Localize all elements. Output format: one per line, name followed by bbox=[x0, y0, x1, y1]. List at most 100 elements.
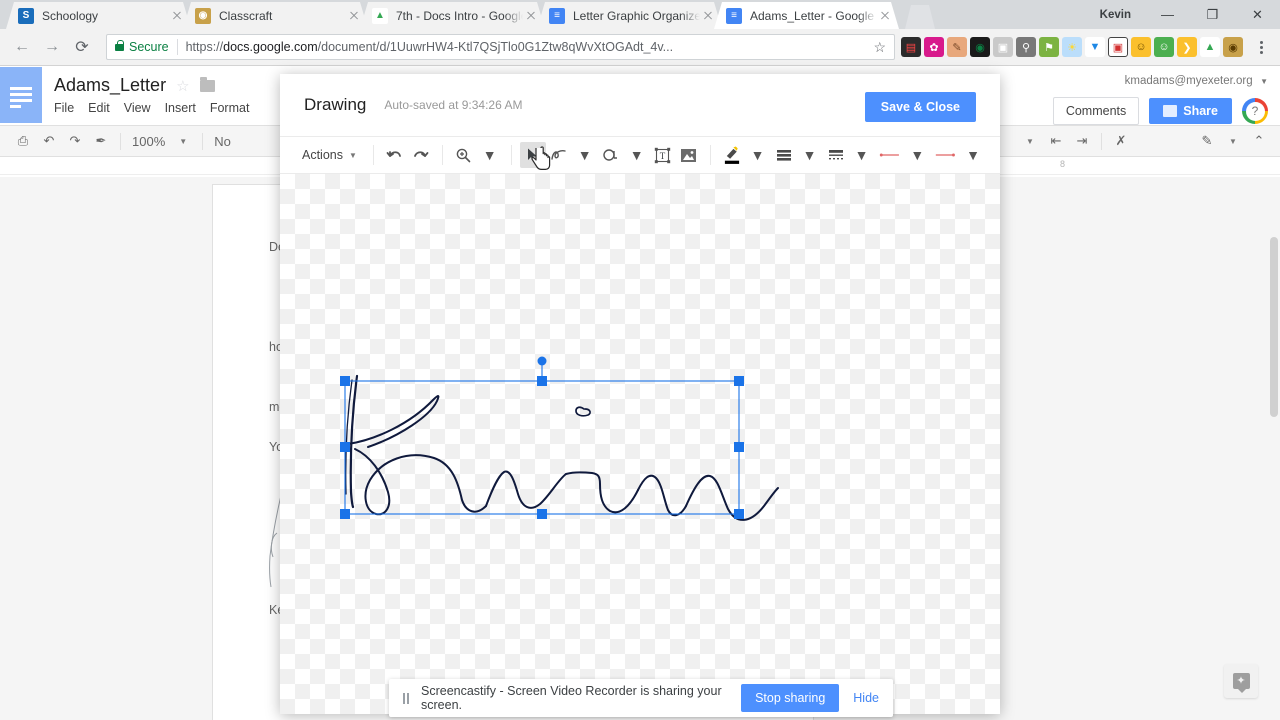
chevron-down-icon[interactable]: ▼ bbox=[745, 142, 771, 168]
menu-edit[interactable]: Edit bbox=[88, 101, 110, 115]
chevron-down-icon[interactable]: ▼ bbox=[170, 128, 196, 154]
indent-decrease-icon[interactable]: ⇤ bbox=[1043, 128, 1069, 154]
menu-format[interactable]: Format bbox=[210, 101, 250, 115]
photo-icon[interactable]: ☀ bbox=[1062, 37, 1082, 57]
chrome-browser-window: S Schoology ◉ Classcraft ▲ 7th - Docs In… bbox=[0, 0, 1280, 720]
folder-icon[interactable] bbox=[199, 76, 215, 92]
kevin-signature-object[interactable] bbox=[330, 354, 800, 544]
google-drive-icon[interactable]: ▲ bbox=[1200, 37, 1220, 57]
emoji-icon[interactable]: ☺ bbox=[1131, 37, 1151, 57]
paint-format-icon[interactable]: ✒ bbox=[88, 128, 114, 154]
menu-insert[interactable]: Insert bbox=[165, 101, 196, 115]
select-tool-button[interactable] bbox=[519, 142, 546, 168]
grammarly-icon[interactable]: ▼ bbox=[1085, 37, 1105, 57]
account-row[interactable]: kmadams@myexeter.org ▼ bbox=[1053, 71, 1268, 89]
chevron-down-icon[interactable]: ▼ bbox=[477, 142, 503, 168]
chevron-down-icon[interactable]: ▼ bbox=[797, 142, 823, 168]
camera-icon[interactable]: ▣ bbox=[993, 37, 1013, 57]
help-icon[interactable]: ? bbox=[1242, 98, 1268, 124]
film-strip-icon[interactable]: ▤ bbox=[901, 37, 921, 57]
browser-tab-schoology[interactable]: S Schoology bbox=[6, 2, 191, 29]
bookmark-star-icon[interactable]: ☆ bbox=[873, 39, 886, 56]
hide-button[interactable]: Hide bbox=[853, 691, 879, 705]
clear-formatting-icon[interactable]: ✗ bbox=[1108, 128, 1134, 154]
comments-button[interactable]: Comments bbox=[1052, 97, 1140, 125]
profile-name-label[interactable]: Kevin bbox=[1100, 9, 1131, 21]
browser-tab-adams-letter[interactable]: ≡ Adams_Letter - Google D bbox=[714, 2, 899, 29]
undo-icon[interactable]: ↶ bbox=[36, 128, 62, 154]
chevron-down-icon[interactable]: ▼ bbox=[1220, 128, 1246, 154]
pause-icon[interactable] bbox=[403, 692, 409, 704]
line-color-button[interactable] bbox=[771, 142, 797, 168]
style-select[interactable]: No bbox=[209, 128, 236, 154]
chat-icon[interactable]: ☺ bbox=[1154, 37, 1174, 57]
print-icon[interactable]: ⎙ bbox=[10, 128, 36, 154]
close-icon[interactable] bbox=[346, 8, 362, 24]
forward-button[interactable]: → bbox=[38, 33, 66, 61]
pinwheel-icon[interactable]: ✿ bbox=[924, 37, 944, 57]
zoom-select[interactable]: 100% bbox=[127, 128, 170, 154]
close-icon[interactable] bbox=[169, 8, 185, 24]
push-pin-icon[interactable]: ⚑ bbox=[1039, 37, 1059, 57]
chevron-down-icon[interactable]: ▼ bbox=[624, 142, 650, 168]
close-icon[interactable] bbox=[700, 8, 716, 24]
redo-icon[interactable]: ↷ bbox=[62, 128, 88, 154]
browser-tab-docs-intro[interactable]: ▲ 7th - Docs Intro - Google bbox=[360, 2, 545, 29]
close-icon[interactable] bbox=[523, 8, 539, 24]
back-button[interactable]: ← bbox=[8, 33, 36, 61]
divider bbox=[120, 132, 121, 150]
google-docs-logo[interactable] bbox=[0, 67, 42, 123]
chevron-down-icon[interactable]: ▼ bbox=[1017, 128, 1043, 154]
chevron-down-icon[interactable]: ▼ bbox=[849, 142, 875, 168]
line-dash-button[interactable] bbox=[875, 142, 905, 168]
selection-bounding-box bbox=[340, 356, 744, 519]
browser-tab-classcraft[interactable]: ◉ Classcraft bbox=[183, 2, 368, 29]
close-window-button[interactable]: ✕ bbox=[1235, 0, 1280, 29]
minimize-button[interactable]: — bbox=[1145, 0, 1190, 29]
handle-middle-left bbox=[340, 442, 350, 452]
close-icon[interactable] bbox=[877, 8, 893, 24]
line-tool-button[interactable] bbox=[546, 142, 572, 168]
browser-tab-letter-graphic-organizer[interactable]: ≡ Letter Graphic Organizer bbox=[537, 2, 722, 29]
zoom-icon[interactable] bbox=[451, 142, 477, 168]
menu-file[interactable]: File bbox=[54, 101, 74, 115]
line-start-end-button[interactable] bbox=[930, 142, 960, 168]
new-tab-button[interactable] bbox=[905, 5, 935, 29]
bulb-tag-icon[interactable]: ⚲ bbox=[1016, 37, 1036, 57]
star-icon[interactable]: ☆ bbox=[176, 77, 189, 95]
redo-icon[interactable] bbox=[408, 142, 434, 168]
shape-tool-button[interactable] bbox=[598, 142, 624, 168]
divider bbox=[176, 39, 178, 55]
screenshot-icon[interactable]: ▣ bbox=[1108, 37, 1128, 57]
reload-button[interactable]: ⟳ bbox=[68, 33, 96, 61]
paint-icon[interactable]: ✎ bbox=[947, 37, 967, 57]
stop-sharing-button[interactable]: Stop sharing bbox=[741, 684, 840, 712]
maximize-button[interactable]: ❐ bbox=[1190, 0, 1235, 29]
chevron-down-icon[interactable]: ▼ bbox=[1260, 77, 1268, 86]
menu-view[interactable]: View bbox=[124, 101, 151, 115]
scrollbar-thumb[interactable] bbox=[1270, 237, 1278, 417]
address-bar[interactable]: Secure https://docs.google.com/document/… bbox=[106, 34, 895, 60]
chevron-down-icon[interactable]: ▼ bbox=[960, 142, 986, 168]
undo-icon[interactable] bbox=[382, 142, 408, 168]
arrow-box-icon[interactable]: ❯ bbox=[1177, 37, 1197, 57]
page-title[interactable]: Adams_Letter bbox=[54, 75, 166, 96]
camera-lens-icon[interactable]: ◉ bbox=[970, 37, 990, 57]
fill-color-button[interactable] bbox=[719, 142, 745, 168]
actions-menu-button[interactable]: Actions ▼ bbox=[294, 148, 365, 162]
classcraft-icon[interactable]: ◉ bbox=[1223, 37, 1243, 57]
chevron-down-icon[interactable]: ▼ bbox=[904, 142, 930, 168]
edit-mode-icon[interactable]: ✎ bbox=[1194, 128, 1220, 154]
collapse-toolbar-icon[interactable]: ⌃ bbox=[1246, 128, 1272, 154]
explore-button[interactable]: ✦ bbox=[1224, 664, 1258, 698]
chrome-menu-button[interactable] bbox=[1250, 40, 1272, 54]
insert-image-button[interactable] bbox=[676, 142, 702, 168]
text-box-tool-button[interactable]: T bbox=[650, 142, 676, 168]
chevron-down-icon[interactable]: ▼ bbox=[572, 142, 598, 168]
indent-increase-icon[interactable]: ⇥ bbox=[1069, 128, 1095, 154]
drawing-canvas[interactable] bbox=[280, 174, 1000, 714]
save-and-close-button[interactable]: Save & Close bbox=[864, 92, 976, 122]
share-button[interactable]: Share bbox=[1149, 98, 1232, 124]
vertical-scrollbar[interactable] bbox=[1268, 177, 1280, 720]
line-weight-button[interactable] bbox=[823, 142, 849, 168]
